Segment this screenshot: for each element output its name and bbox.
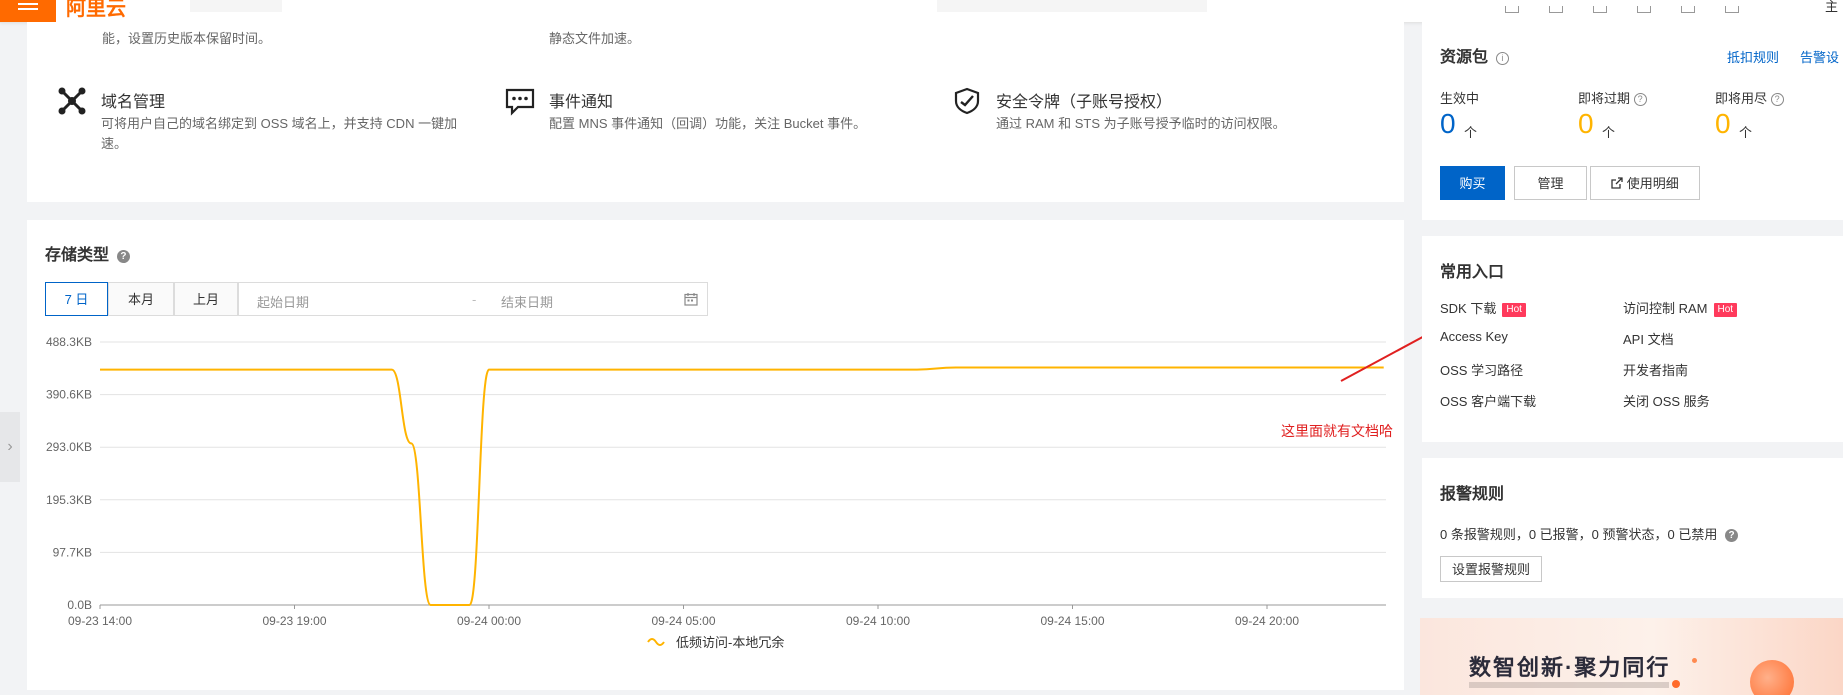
y-tick-label: 488.3KB — [46, 335, 92, 349]
alarm-settings-link[interactable]: 告警设 — [1800, 47, 1839, 66]
alarm-rules-card: 报警规则 0 条报警规则，0 已报警，0 预警状态，0 已禁用 ? 设置报警规则 — [1422, 458, 1843, 598]
quick-link-label: 关闭 OSS 服务 — [1623, 394, 1710, 409]
resource-pack-card: 资源包 i 抵扣规则 告警设 生效中 0 个 即将过期 ? 0 个 即将用尽 ?… — [1422, 22, 1843, 220]
quick-link-label: SDK 下载 — [1440, 301, 1497, 316]
stat-unit: 个 — [1464, 125, 1478, 140]
series-line — [99, 366, 1384, 607]
usage-detail-label: 使用明细 — [1626, 176, 1679, 191]
x-tick-label: 09-24 00:00 — [457, 614, 521, 628]
resource-title-row: 资源包 i — [1440, 43, 1509, 67]
deduction-rules-link[interactable]: 抵扣规则 — [1727, 47, 1779, 66]
monitor-icon[interactable] — [1505, 6, 1519, 13]
y-tick-label: 195.3KB — [46, 493, 92, 507]
quick-link-label: 访问控制 RAM — [1623, 301, 1708, 316]
user-area-text[interactable]: 主 — [1825, 0, 1838, 15]
quick-entry-title: 常用入口 — [1440, 264, 1505, 281]
quick-link-label: Access Key — [1440, 329, 1508, 344]
hot-badge: Hot — [1713, 302, 1738, 317]
x-tick-label: 09-24 15:00 — [1040, 614, 1104, 628]
banner-decoration — [1750, 660, 1794, 695]
quick-link[interactable]: SDK 下载 Hot — [1440, 298, 1526, 317]
storage-line-chart: 0.0B 97.7KB 195.3KB 293.0KB 390.6KB 488.3KB 09… — [46, 335, 1386, 650]
banner-subtitle — [1469, 682, 1669, 688]
annotation-text: 这里面就有文档哈 — [1281, 423, 1393, 439]
quick-link[interactable]: 关闭 OSS 服务 — [1623, 391, 1710, 410]
stat-label: 即将过期 ? — [1578, 88, 1647, 107]
promo-banner[interactable]: 数智创新·聚力同行 — [1420, 618, 1843, 695]
hot-badge: Hot — [1502, 302, 1526, 317]
quick-link-label: OSS 客户端下载 — [1440, 394, 1537, 409]
quick-link[interactable]: OSS 学习路径 — [1440, 360, 1523, 379]
doc-icon[interactable] — [1681, 6, 1695, 13]
stat-unit: 个 — [1739, 125, 1753, 140]
y-tick-label: 390.6KB — [46, 388, 92, 402]
quick-link-label: API 文档 — [1623, 332, 1674, 347]
x-tick-label: 09-24 05:00 — [651, 614, 715, 628]
stat-value: 0 — [1715, 108, 1731, 139]
x-tick-label: 09-24 10:00 — [846, 614, 910, 628]
resource-title: 资源包 — [1440, 49, 1489, 66]
help-icon[interactable] — [1725, 6, 1739, 13]
y-tick-label: 293.0KB — [46, 440, 92, 454]
quick-link[interactable]: API 文档 — [1623, 329, 1674, 348]
quick-entry-card: 常用入口 SDK 下载 Hot 访问控制 RAM Hot Access Key API 文… — [1422, 236, 1843, 442]
y-tick-label: 0.0B — [67, 598, 92, 612]
stat-label: 即将用尽 ? — [1715, 88, 1784, 107]
x-tick-label: 09-23 19:00 — [262, 614, 326, 628]
alarm-summary-row: 0 条报警规则，0 已报警，0 预警状态，0 已禁用 ? — [1440, 524, 1738, 543]
set-alarm-rules-button[interactable]: 设置报警规则 — [1440, 556, 1542, 582]
alarm-summary: 0 条报警规则，0 已报警，0 预警状态，0 已禁用 — [1440, 527, 1718, 542]
help-icon[interactable]: ? — [1725, 529, 1738, 543]
quick-link[interactable]: OSS 客户端下载 — [1440, 391, 1536, 410]
quick-link-label: OSS 学习路径 — [1440, 363, 1524, 378]
usage-detail-button[interactable]: 使用明细 — [1590, 166, 1700, 200]
help-icon[interactable]: ? — [1633, 93, 1647, 107]
info-icon[interactable]: i — [1495, 51, 1509, 65]
top-toolbar-icons — [1505, 0, 1769, 16]
banner-title: 数智创新·聚力同行 — [1469, 655, 1671, 680]
legend-swatch — [647, 638, 665, 646]
banner-decoration — [1692, 658, 1697, 663]
banner-decoration — [1672, 680, 1680, 688]
legend-label: 低频访问-本地冗余 — [676, 635, 784, 650]
stat-value: 0 — [1578, 108, 1594, 139]
quick-link[interactable]: 访问控制 RAM Hot — [1623, 298, 1738, 317]
quick-link[interactable]: Access Key — [1440, 329, 1508, 344]
quick-link[interactable]: 开发者指南 — [1623, 360, 1688, 379]
stat-value: 0 — [1440, 108, 1456, 139]
x-tick-label: 09-24 20:00 — [1235, 614, 1299, 628]
message-icon[interactable] — [1549, 6, 1563, 13]
stat-unit: 个 — [1602, 125, 1616, 140]
buy-button[interactable]: 购买 — [1440, 166, 1505, 200]
cart-icon[interactable] — [1637, 6, 1651, 13]
external-link-icon — [1611, 177, 1623, 189]
stat-label: 生效中 — [1440, 91, 1480, 106]
y-tick-label: 97.7KB — [53, 545, 92, 559]
manage-button[interactable]: 管理 — [1514, 166, 1587, 200]
alarm-title: 报警规则 — [1440, 486, 1505, 503]
x-tick-label: 09-23 14:00 — [68, 614, 132, 628]
help-icon[interactable]: ? — [1770, 93, 1784, 107]
bell-icon[interactable] — [1593, 6, 1607, 13]
quick-link-label: 开发者指南 — [1623, 363, 1689, 378]
